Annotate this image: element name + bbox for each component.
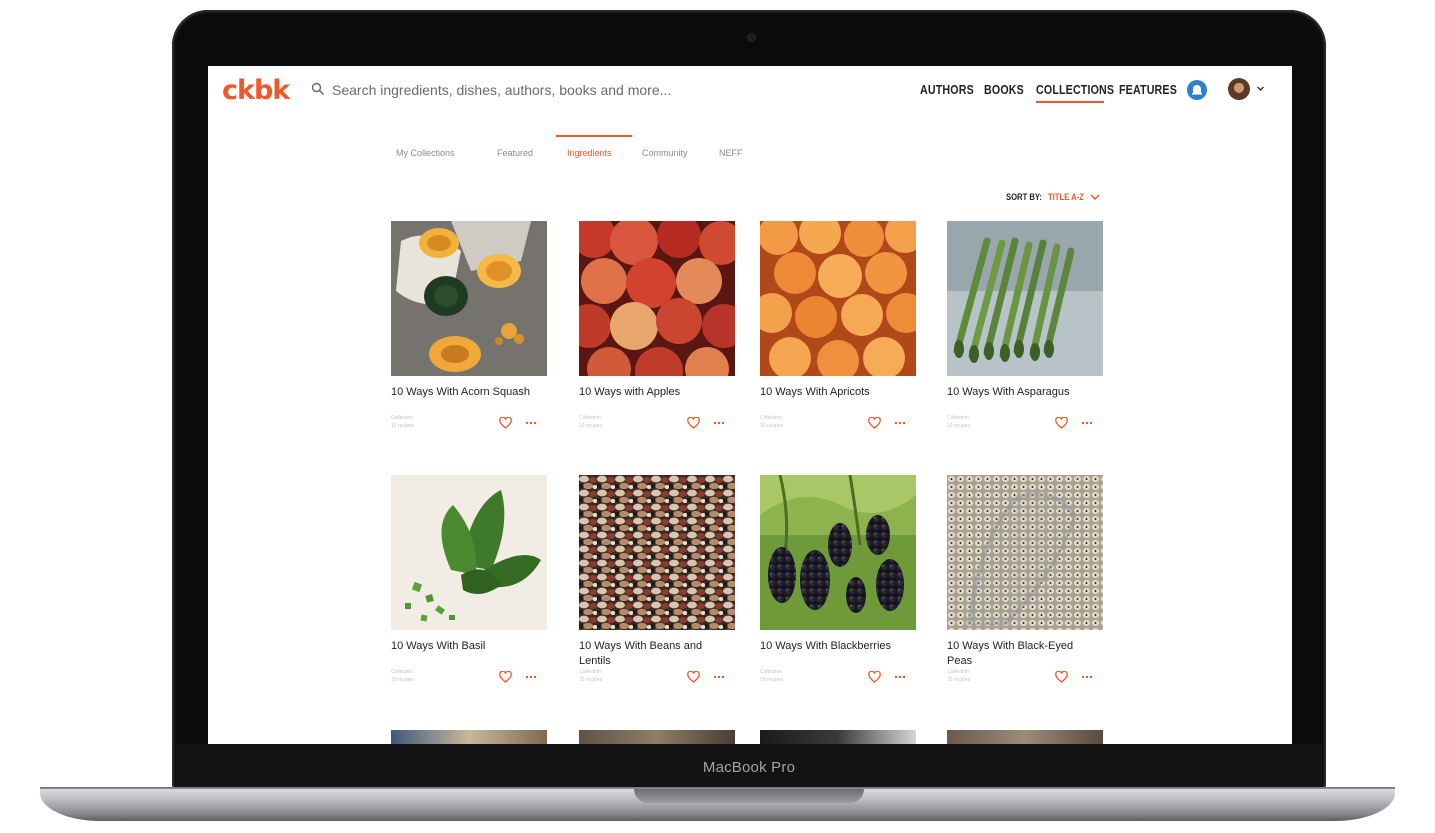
- heart-icon[interactable]: [868, 671, 881, 683]
- card-title[interactable]: 10 Ways With Basil: [391, 639, 541, 669]
- card-meta: Collection 10 recipes: [391, 415, 551, 439]
- camera: [748, 34, 755, 41]
- heart-icon[interactable]: [868, 417, 881, 429]
- heart-icon[interactable]: [1055, 671, 1068, 683]
- tab-neff[interactable]: NEFF: [719, 148, 743, 158]
- card-image[interactable]: [391, 221, 547, 376]
- more-options-icon[interactable]: [893, 671, 907, 683]
- search-input[interactable]: [332, 78, 752, 102]
- nav-active-underline: [1036, 101, 1104, 103]
- nav-authors[interactable]: AUTHORS: [920, 82, 974, 97]
- tab-ingredients[interactable]: Ingredients: [567, 148, 612, 158]
- search-icon[interactable]: [311, 82, 325, 96]
- more-options-icon[interactable]: [1080, 671, 1094, 683]
- chevron-down-icon[interactable]: [1090, 192, 1100, 202]
- card-image-partial[interactable]: [760, 730, 916, 744]
- collection-card[interactable]: 10 Ways With Apricots Collection 10 reci…: [760, 221, 920, 439]
- avatar[interactable]: [1228, 78, 1250, 100]
- tab-active-indicator: [556, 135, 632, 137]
- card-title[interactable]: 10 Ways With Acorn Squash: [391, 385, 541, 415]
- card-image[interactable]: [579, 475, 735, 630]
- card-title[interactable]: 10 Ways With Black-Eyed Peas: [947, 639, 1097, 669]
- card-meta: Collection 20 recipes: [579, 669, 739, 693]
- browser-screen: ckbk AUTHORS BOOKS COLLECTIONS FEATURES …: [208, 66, 1292, 744]
- more-options-icon[interactable]: [524, 417, 538, 429]
- nav-collections[interactable]: COLLECTIONS: [1036, 82, 1114, 97]
- card-meta: Collection 10 recipes: [391, 669, 551, 693]
- collection-card[interactable]: 10 Ways With Black-Eyed Peas Collection …: [947, 475, 1107, 693]
- card-image[interactable]: [947, 221, 1103, 376]
- more-options-icon[interactable]: [712, 671, 726, 683]
- card-meta: Collection 10 recipes: [760, 669, 920, 693]
- card-meta: Collection 10 recipes: [947, 415, 1107, 439]
- notification-icon[interactable]: [1186, 79, 1208, 101]
- tab-featured[interactable]: Featured: [497, 148, 533, 158]
- heart-icon[interactable]: [499, 671, 512, 683]
- chevron-down-icon[interactable]: [1256, 84, 1265, 93]
- collection-card[interactable]: 10 Ways With Acorn Squash Collection 10 …: [391, 221, 551, 439]
- sort-dropdown[interactable]: TITLE A-Z: [1048, 192, 1084, 202]
- card-meta: Collection 10 recipes: [947, 669, 1107, 693]
- ckbk-logo[interactable]: ckbk: [222, 77, 294, 104]
- more-options-icon[interactable]: [524, 671, 538, 683]
- card-title[interactable]: 10 Ways With Beans and Lentils: [579, 639, 729, 669]
- laptop-notch: [634, 789, 864, 803]
- collection-card[interactable]: 10 Ways with Apples Collection 10 recipe…: [579, 221, 739, 439]
- card-title[interactable]: 10 Ways with Apples: [579, 385, 729, 415]
- tab-my-collections[interactable]: My Collections: [396, 148, 455, 158]
- heart-icon[interactable]: [687, 417, 700, 429]
- heart-icon[interactable]: [1055, 417, 1068, 429]
- heart-icon[interactable]: [687, 671, 700, 683]
- card-title[interactable]: 10 Ways With Blackberries: [760, 639, 910, 669]
- collection-card[interactable]: 10 Ways With Beans and Lentils Collectio…: [579, 475, 739, 693]
- card-title[interactable]: 10 Ways With Apricots: [760, 385, 910, 415]
- sort-label: SORT BY:: [1006, 192, 1042, 202]
- collection-card[interactable]: 10 Ways With Asparagus Collection 10 rec…: [947, 221, 1107, 439]
- screen-bezel-bottom: MacBook Pro: [175, 744, 1323, 790]
- device-label: MacBook Pro: [702, 758, 796, 776]
- card-meta: Collection 10 recipes: [760, 415, 920, 439]
- site-header: ckbk AUTHORS BOOKS COLLECTIONS FEATURES: [208, 66, 1292, 118]
- collection-card[interactable]: 10 Ways With Blackberries Collection 10 …: [760, 475, 920, 693]
- card-image[interactable]: [947, 475, 1103, 630]
- card-meta: Collection 10 recipes: [579, 415, 739, 439]
- nav-features[interactable]: FEATURES: [1119, 82, 1177, 97]
- more-options-icon[interactable]: [712, 417, 726, 429]
- tab-community[interactable]: Community: [642, 148, 688, 158]
- heart-icon[interactable]: [499, 417, 512, 429]
- card-image[interactable]: [760, 475, 916, 630]
- card-image[interactable]: [579, 221, 735, 376]
- card-image-partial[interactable]: [947, 730, 1103, 744]
- card-image[interactable]: [760, 221, 916, 376]
- collection-card[interactable]: 10 Ways With Basil Collection 10 recipes: [391, 475, 551, 693]
- card-image[interactable]: [391, 475, 547, 630]
- card-image-partial[interactable]: [579, 730, 735, 744]
- more-options-icon[interactable]: [893, 417, 907, 429]
- more-options-icon[interactable]: [1080, 417, 1094, 429]
- nav-books[interactable]: BOOKS: [984, 82, 1024, 97]
- card-title[interactable]: 10 Ways With Asparagus: [947, 385, 1097, 415]
- card-image-partial[interactable]: [391, 730, 547, 744]
